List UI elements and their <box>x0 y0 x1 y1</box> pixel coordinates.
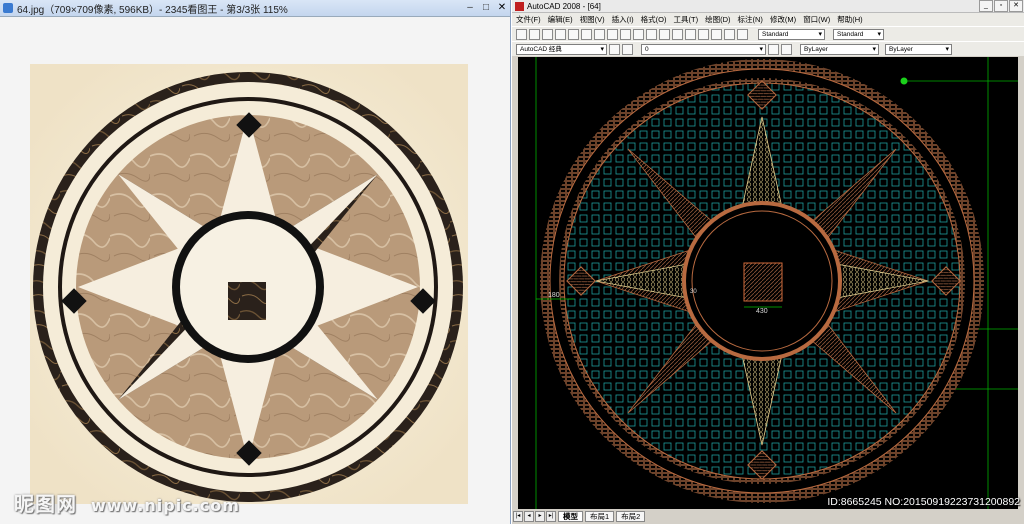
grip-point[interactable] <box>900 77 908 85</box>
layer-previous-icon[interactable] <box>768 43 779 55</box>
tab-model[interactable]: 模型 <box>558 511 583 522</box>
image-id-watermark: ID:8665245 NO:20150919223731200892 <box>827 496 1020 508</box>
cad-layout-tabs: |◂ ◂ ▸ ▸| 模型 布局1 布局2 <box>512 509 1024 524</box>
menu-file[interactable]: 文件(F) <box>516 14 541 25</box>
menu-tools[interactable]: 工具(T) <box>674 14 699 25</box>
close-button[interactable]: ✕ <box>494 1 510 15</box>
dim-style-select[interactable]: Standard <box>833 28 884 40</box>
menu-insert[interactable]: 插入(I) <box>612 14 634 25</box>
cad-drawing-area[interactable]: 430 180 30 <box>518 57 1018 509</box>
pan-icon[interactable] <box>646 28 657 40</box>
print-icon[interactable] <box>555 28 566 40</box>
cad-titlebar[interactable]: AutoCAD 2008 - [64] _ ▫ ✕ <box>512 0 1024 13</box>
paste-icon[interactable] <box>607 28 618 40</box>
viewer-canvas[interactable] <box>0 17 510 524</box>
design-center-icon[interactable] <box>698 28 709 40</box>
make-current-icon[interactable] <box>781 43 792 55</box>
nipic-url: www.nipic.com <box>90 496 240 515</box>
copy-icon[interactable] <box>594 28 605 40</box>
menu-edit[interactable]: 编辑(E) <box>548 14 573 25</box>
open-icon[interactable] <box>529 28 540 40</box>
new-icon[interactable] <box>516 28 527 40</box>
minimize-button[interactable]: – <box>462 1 478 15</box>
workspace-select[interactable]: AutoCAD 经典 <box>516 43 607 55</box>
text-style-select[interactable]: Standard <box>758 28 825 40</box>
linetype-select[interactable]: ByLayer <box>885 43 952 55</box>
menu-draw[interactable]: 绘图(D) <box>705 14 730 25</box>
menu-format[interactable]: 格式(O) <box>641 14 667 25</box>
dim-small-label: 30 <box>690 289 697 295</box>
layer-manager-icon[interactable] <box>622 43 633 55</box>
next-tab-button[interactable]: ▸ <box>535 511 545 522</box>
autocad-window: AutoCAD 2008 - [64] _ ▫ ✕ 文件(F) 编辑(E) 视图… <box>512 0 1024 524</box>
cad-title: AutoCAD 2008 - [64] <box>527 1 601 11</box>
menu-view[interactable]: 视图(V) <box>580 14 605 25</box>
zoom-icon[interactable] <box>659 28 670 40</box>
save-icon[interactable] <box>542 28 553 40</box>
viewer-app-icon <box>3 3 13 13</box>
image-viewer-window: 64.jpg（709×709像素, 596KB）- 2345看图王 - 第3/3… <box>0 0 511 524</box>
redo-icon[interactable] <box>633 28 644 40</box>
layer-select[interactable]: 0 <box>641 43 766 55</box>
nipic-brand: 昵图网 <box>14 492 77 516</box>
cad-close-button[interactable]: ✕ <box>1009 0 1023 12</box>
menu-dimension[interactable]: 标注(N) <box>738 14 763 25</box>
cad-center-square[interactable] <box>743 262 783 302</box>
maximize-button[interactable]: □ <box>478 1 494 15</box>
last-tab-button[interactable]: ▸| <box>546 511 556 522</box>
cut-icon[interactable] <box>581 28 592 40</box>
preview-icon[interactable] <box>568 28 579 40</box>
undo-icon[interactable] <box>620 28 631 40</box>
standard-toolbar: Standard Standard <box>512 26 1024 41</box>
menu-modify[interactable]: 修改(M) <box>770 14 796 25</box>
zoom-window-icon[interactable] <box>672 28 683 40</box>
cad-vertical-scrollbar[interactable] <box>1018 57 1024 509</box>
menu-window[interactable]: 窗口(W) <box>803 14 830 25</box>
dim-left-label: 180 <box>548 292 560 299</box>
first-tab-button[interactable]: |◂ <box>513 511 523 522</box>
medallion-photo <box>30 64 468 504</box>
workspace-settings-icon[interactable] <box>609 43 620 55</box>
cad-restore-button[interactable]: ▫ <box>994 0 1008 12</box>
tool-palette-icon[interactable] <box>711 28 722 40</box>
prev-tab-button[interactable]: ◂ <box>524 511 534 522</box>
dim-inner-label: 430 <box>756 308 768 315</box>
viewer-title: 64.jpg（709×709像素, 596KB）- 2345看图王 - 第3/3… <box>17 4 288 16</box>
calculator-icon[interactable] <box>724 28 735 40</box>
nipic-watermark: 昵图网 www.nipic.com <box>14 488 240 517</box>
color-select[interactable]: ByLayer <box>800 43 879 55</box>
viewer-titlebar[interactable]: 64.jpg（709×709像素, 596KB）- 2345看图王 - 第3/3… <box>0 0 510 17</box>
menu-help[interactable]: 帮助(H) <box>837 14 862 25</box>
tab-layout1[interactable]: 布局1 <box>585 511 615 522</box>
help-icon[interactable] <box>737 28 748 40</box>
layers-toolbar: AutoCAD 经典 0 ByLayer ByLayer <box>512 41 1024 56</box>
autocad-app-icon <box>515 1 524 11</box>
center-square <box>228 282 266 320</box>
properties-icon[interactable] <box>685 28 696 40</box>
cad-menubar: 文件(F) 编辑(E) 视图(V) 插入(I) 格式(O) 工具(T) 绘图(D… <box>512 13 1024 26</box>
cad-minimize-button[interactable]: _ <box>979 0 993 12</box>
tab-layout2[interactable]: 布局2 <box>616 511 646 522</box>
cad-medallion-drawing: 430 180 30 <box>535 57 1018 509</box>
